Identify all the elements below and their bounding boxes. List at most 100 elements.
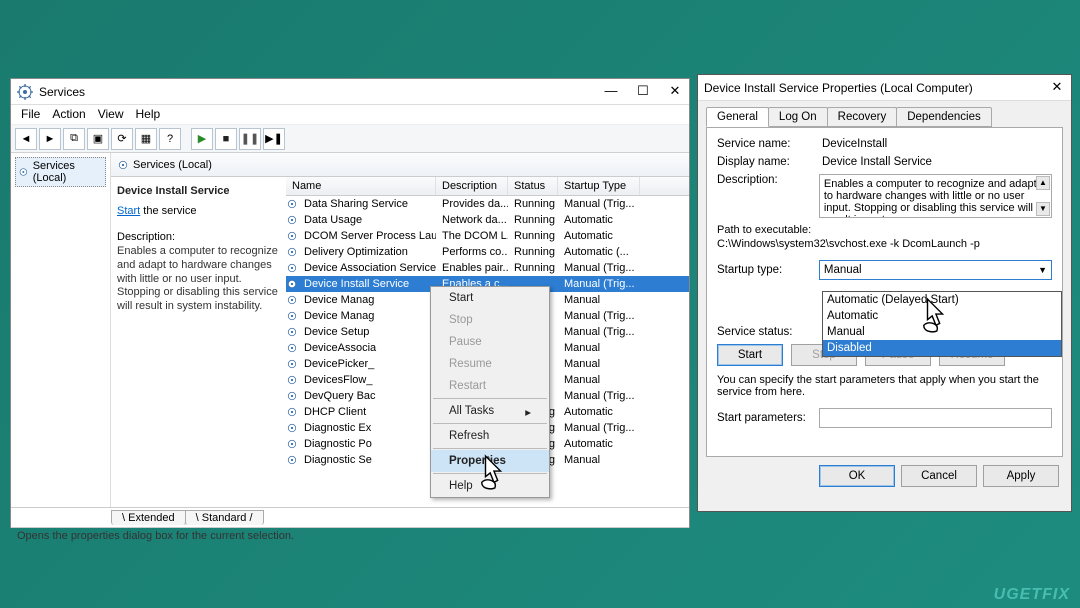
show-hide-button[interactable]: ⧉ — [63, 128, 85, 150]
label-path: Path to executable: — [717, 224, 1052, 236]
forward-button[interactable]: ► — [39, 128, 61, 150]
ctx-pause: Pause — [431, 331, 549, 353]
dialog-tabs: General Log On Recovery Dependencies — [698, 101, 1071, 127]
back-button[interactable]: ◄ — [15, 128, 37, 150]
col-name[interactable]: Name — [286, 177, 436, 195]
detail-panel: Device Install Service Start the service… — [111, 177, 286, 507]
tab-recovery[interactable]: Recovery — [827, 107, 898, 127]
titlebar: Services — ☐ ✕ — [11, 79, 689, 105]
ctx-help[interactable]: Help — [431, 475, 549, 497]
value-display-name: Device Install Service — [822, 156, 932, 168]
tab-general[interactable]: General — [706, 107, 769, 127]
ctx-refresh[interactable]: Refresh — [431, 425, 549, 447]
properties-dialog: Device Install Service Properties (Local… — [697, 74, 1072, 512]
dialog-titlebar: Device Install Service Properties (Local… — [698, 75, 1071, 101]
context-menu: Start Stop Pause Resume Restart All Task… — [430, 286, 550, 498]
ok-button[interactable]: OK — [819, 465, 895, 487]
tab-logon[interactable]: Log On — [768, 107, 828, 127]
start-params-input[interactable] — [819, 408, 1052, 428]
col-status[interactable]: Status — [508, 177, 558, 195]
gear-icon — [286, 246, 298, 258]
refresh-button[interactable]: ⟳ — [111, 128, 133, 150]
chevron-down-icon: ▼ — [1038, 265, 1047, 275]
startup-type-dropdown: Automatic (Delayed Start) Automatic Manu… — [822, 291, 1062, 357]
pause-svc-button[interactable]: ❚❚ — [239, 128, 261, 150]
window-title: Services — [39, 85, 603, 99]
minimize-button[interactable]: — — [603, 84, 619, 100]
service-row[interactable]: Device Association ServiceEnables pair..… — [286, 260, 689, 276]
stop-svc-button[interactable]: ■ — [215, 128, 237, 150]
opt-automatic[interactable]: Automatic — [823, 308, 1061, 324]
gear-icon — [286, 390, 298, 402]
menu-help[interactable]: Help — [136, 107, 161, 122]
description-box: Enables a computer to recognize and adap… — [819, 174, 1052, 218]
menu-view[interactable]: View — [98, 107, 124, 122]
gear-icon — [286, 310, 298, 322]
label-service-name: Service name: — [717, 138, 822, 150]
tab-dependencies[interactable]: Dependencies — [896, 107, 992, 127]
label-service-status: Service status: — [717, 326, 822, 338]
gear-icon — [286, 214, 298, 226]
ctx-all-tasks[interactable]: All Tasks▸ — [431, 400, 549, 422]
props-button[interactable]: ▣ — [87, 128, 109, 150]
service-row[interactable]: Data Sharing ServiceProvides da...Runnin… — [286, 196, 689, 212]
view-tabs: \ Extended \ Standard / — [11, 507, 689, 527]
ctx-restart: Restart — [431, 375, 549, 397]
dialog-close-button[interactable]: ✕ — [1049, 80, 1065, 96]
start-service-link[interactable]: Start — [117, 205, 140, 217]
gear-icon — [286, 454, 298, 466]
gear-icon — [18, 166, 29, 178]
opt-manual[interactable]: Manual — [823, 324, 1061, 340]
scroll-down-button[interactable]: ▼ — [1036, 202, 1050, 216]
services-icon — [17, 84, 33, 100]
gear-icon — [286, 406, 298, 418]
tree-item-services-local[interactable]: Services (Local) — [15, 157, 106, 187]
statusbar: Opens the properties dialog box for the … — [11, 527, 689, 545]
gear-icon — [286, 358, 298, 370]
service-row[interactable]: Delivery OptimizationPerforms co...Runni… — [286, 244, 689, 260]
gear-icon — [286, 342, 298, 354]
gear-icon — [286, 294, 298, 306]
export-button[interactable]: ▦ — [135, 128, 157, 150]
close-button[interactable]: ✕ — [667, 84, 683, 100]
watermark: UGETFIX — [994, 586, 1070, 604]
ctx-start[interactable]: Start — [431, 287, 549, 309]
col-startup[interactable]: Startup Type — [558, 177, 640, 195]
label-display-name: Display name: — [717, 156, 822, 168]
restart-svc-button[interactable]: ▶❚ — [263, 128, 285, 150]
ctx-properties[interactable]: Properties — [431, 450, 549, 472]
gear-icon — [286, 262, 298, 274]
description-text: Enables a computer to recognize and adap… — [117, 245, 280, 314]
value-service-name: DeviceInstall — [822, 138, 887, 150]
help-button[interactable]: ? — [159, 128, 181, 150]
menu-action[interactable]: Action — [52, 107, 85, 122]
label-description: Description: — [717, 174, 819, 186]
menubar: File Action View Help — [11, 105, 689, 125]
opt-automatic-delayed[interactable]: Automatic (Delayed Start) — [823, 292, 1061, 308]
gear-icon — [286, 230, 298, 242]
apply-button[interactable]: Apply — [983, 465, 1059, 487]
panel-header: Services (Local) — [111, 153, 689, 177]
start-button[interactable]: Start — [717, 344, 783, 366]
start-svc-button[interactable]: ▶ — [191, 128, 213, 150]
services-window: Services — ☐ ✕ File Action View Help ◄ ►… — [10, 78, 690, 528]
ctx-resume: Resume — [431, 353, 549, 375]
tab-extended[interactable]: \ Extended — [111, 510, 186, 525]
service-row[interactable]: Data UsageNetwork da...RunningAutomatic — [286, 212, 689, 228]
detail-service-name: Device Install Service — [117, 185, 280, 197]
col-description[interactable]: Description — [436, 177, 508, 195]
cancel-button[interactable]: Cancel — [901, 465, 977, 487]
gear-icon — [286, 198, 298, 210]
ctx-stop: Stop — [431, 309, 549, 331]
maximize-button[interactable]: ☐ — [635, 84, 651, 100]
startup-type-combobox[interactable]: Manual ▼ — [819, 260, 1052, 280]
toolbar: ◄ ► ⧉ ▣ ⟳ ▦ ? ▶ ■ ❚❚ ▶❚ — [11, 125, 689, 153]
opt-disabled[interactable]: Disabled — [823, 340, 1061, 356]
gear-icon — [286, 422, 298, 434]
service-row[interactable]: DCOM Server Process Laun...The DCOM L...… — [286, 228, 689, 244]
hint-text: You can specify the start parameters tha… — [717, 374, 1052, 398]
tab-standard[interactable]: \ Standard / — [185, 510, 264, 525]
menu-file[interactable]: File — [21, 107, 40, 122]
scroll-up-button[interactable]: ▲ — [1036, 176, 1050, 190]
dialog-title: Device Install Service Properties (Local… — [704, 81, 1049, 95]
